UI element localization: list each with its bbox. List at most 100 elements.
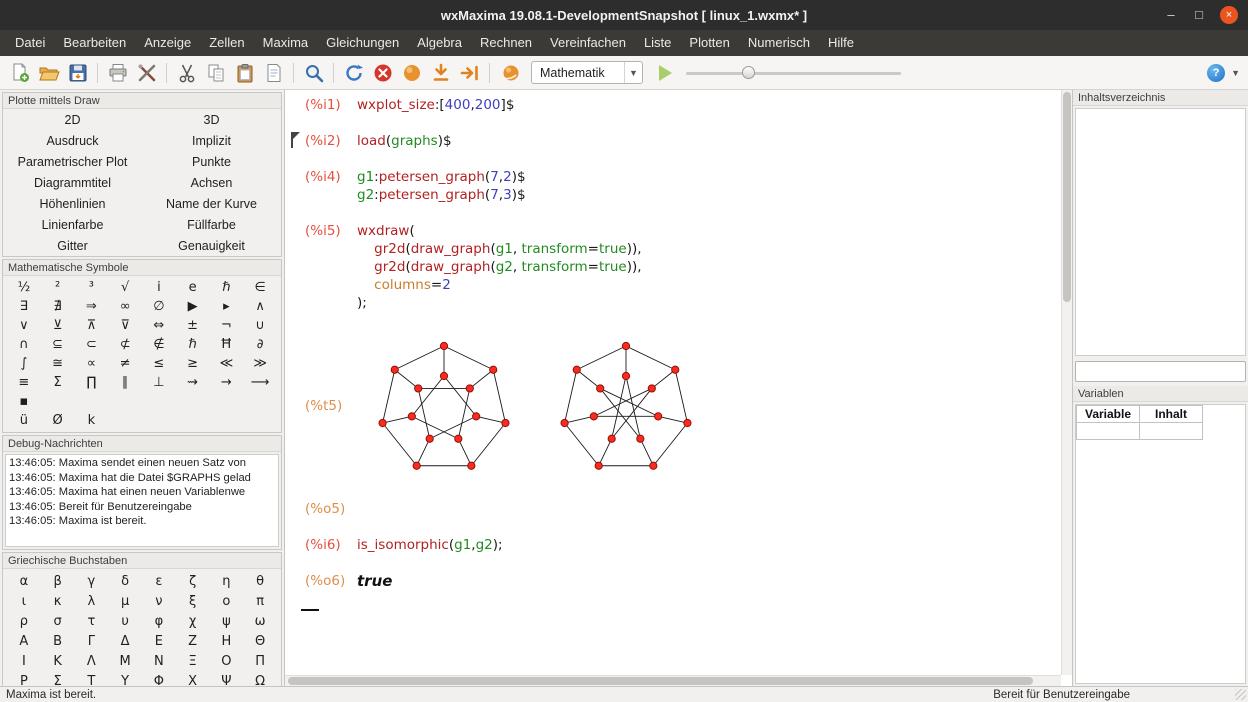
print-button[interactable]: [104, 60, 131, 86]
menu-vereinfachen[interactable]: Vereinfachen: [541, 30, 635, 56]
menu-gleichungen[interactable]: Gleichungen: [317, 30, 408, 56]
save-button[interactable]: [64, 60, 91, 86]
greek-36[interactable]: Ν: [142, 651, 176, 671]
greek-10[interactable]: λ: [75, 591, 109, 611]
draw-button-füllfarbe[interactable]: Füllfarbe: [142, 214, 281, 235]
titlebar[interactable]: wxMaxima 19.08.1-DevelopmentSnapshot [ l…: [0, 0, 1248, 30]
symbol-23[interactable]: ∪: [243, 316, 277, 335]
open-button[interactable]: [35, 60, 62, 86]
symbol-1[interactable]: ²: [41, 278, 75, 297]
greek-3[interactable]: δ: [108, 571, 142, 591]
greek-25[interactable]: Β: [41, 631, 75, 651]
greek-18[interactable]: τ: [75, 611, 109, 631]
symbol-6[interactable]: ℏ: [210, 278, 244, 297]
symbol-0[interactable]: ½: [7, 278, 41, 297]
symbol-44[interactable]: ⊥: [142, 373, 176, 392]
find-button[interactable]: [300, 60, 327, 86]
greek-40[interactable]: Ρ: [7, 671, 41, 686]
symbol-11[interactable]: ∞: [108, 297, 142, 316]
symbol-16[interactable]: ∨: [7, 316, 41, 335]
symbol-8[interactable]: ∃: [7, 297, 41, 316]
draw-button-3d[interactable]: 3D: [142, 109, 281, 130]
symbol-ü[interactable]: ü: [7, 411, 41, 430]
symbol-45[interactable]: ⇝: [176, 373, 210, 392]
help-button[interactable]: ?: [1207, 64, 1225, 82]
animation-slider[interactable]: [686, 63, 901, 83]
evaluate-all-button[interactable]: [427, 60, 454, 86]
insertion-cursor[interactable]: [301, 609, 319, 611]
symbol-35[interactable]: ≠: [108, 354, 142, 373]
greek-19[interactable]: υ: [108, 611, 142, 631]
draw-button-linienfarbe[interactable]: Linienfarbe: [3, 214, 142, 235]
symbol-7[interactable]: ∈: [243, 278, 277, 297]
greek-4[interactable]: ε: [142, 571, 176, 591]
symbol-37[interactable]: ≥: [176, 354, 210, 373]
horizontal-scrollbar-thumb[interactable]: [288, 677, 1033, 685]
symbol-3[interactable]: √: [108, 278, 142, 297]
paste-button[interactable]: [231, 60, 258, 86]
draw-button-gitter[interactable]: Gitter: [3, 235, 142, 256]
menu-anzeige[interactable]: Anzeige: [135, 30, 200, 56]
symbol-21[interactable]: ±: [176, 316, 210, 335]
draw-button-diagrammtitel[interactable]: Diagrammtitel: [3, 172, 142, 193]
horizontal-scrollbar[interactable]: [285, 675, 1061, 686]
slider-knob[interactable]: [742, 66, 755, 79]
greek-33[interactable]: Κ: [41, 651, 75, 671]
code-lines[interactable]: load(graphs)$: [357, 132, 452, 150]
configure-button[interactable]: [133, 60, 160, 86]
code-lines[interactable]: true: [357, 572, 392, 591]
greek-9[interactable]: κ: [41, 591, 75, 611]
output-cell[interactable]: (%o5): [305, 500, 1061, 518]
symbol-48[interactable]: ▪: [7, 392, 41, 411]
greek-20[interactable]: φ: [142, 611, 176, 631]
greek-22[interactable]: ψ: [210, 611, 244, 631]
greek-37[interactable]: Ξ: [176, 651, 210, 671]
greek-6[interactable]: η: [210, 571, 244, 591]
greek-39[interactable]: Π: [243, 651, 277, 671]
symbol-31[interactable]: ∂: [243, 335, 277, 354]
greek-8[interactable]: ι: [7, 591, 41, 611]
symbol-57[interactable]: Ø: [41, 411, 75, 430]
menu-bearbeiten[interactable]: Bearbeiten: [54, 30, 135, 56]
greek-1[interactable]: β: [41, 571, 75, 591]
greek-5[interactable]: ζ: [176, 571, 210, 591]
toc-list[interactable]: [1075, 108, 1246, 356]
cut-button[interactable]: [173, 60, 200, 86]
restart-maxima-button[interactable]: [340, 60, 367, 86]
jump-to-input-button[interactable]: [456, 60, 483, 86]
greek-44[interactable]: Φ: [142, 671, 176, 686]
toolbar-overflow-chevron-icon[interactable]: ▼: [1231, 68, 1240, 78]
greek-15[interactable]: π: [243, 591, 277, 611]
menu-datei[interactable]: Datei: [6, 30, 54, 56]
symbol-47[interactable]: ⟶: [243, 373, 277, 392]
greek-24[interactable]: Α: [7, 631, 41, 651]
symbol-12[interactable]: ∅: [142, 297, 176, 316]
greek-30[interactable]: Η: [210, 631, 244, 651]
code-lines[interactable]: is_isomorphic(g1,g2);: [357, 536, 503, 554]
symbol-33[interactable]: ≅: [41, 354, 75, 373]
symbol-24[interactable]: ∩: [7, 335, 41, 354]
draw-button-höhenlinien[interactable]: Höhenlinien: [3, 193, 142, 214]
symbol-40[interactable]: ≡: [7, 373, 41, 392]
symbol-18[interactable]: ⊼: [75, 316, 109, 335]
symbol-36[interactable]: ≤: [142, 354, 176, 373]
minimize-button[interactable]: –: [1164, 8, 1178, 22]
greek-21[interactable]: χ: [176, 611, 210, 631]
menu-algebra[interactable]: Algebra: [408, 30, 471, 56]
symbol-20[interactable]: ⇔: [142, 316, 176, 335]
menu-maxima[interactable]: Maxima: [254, 30, 318, 56]
animation-play-button[interactable]: [659, 65, 672, 81]
draw-button-achsen[interactable]: Achsen: [142, 172, 281, 193]
symbol-39[interactable]: ≫: [243, 354, 277, 373]
greek-42[interactable]: Τ: [75, 671, 109, 686]
greek-14[interactable]: ο: [210, 591, 244, 611]
greek-2[interactable]: γ: [75, 571, 109, 591]
symbol-2[interactable]: ³: [75, 278, 109, 297]
input-cell[interactable]: (%i5)wxdraw( gr2d(draw_graph(g1, transfo…: [305, 222, 1061, 312]
symbol-27[interactable]: ⊄: [108, 335, 142, 354]
toc-search-input[interactable]: [1075, 361, 1246, 382]
greek-16[interactable]: ρ: [7, 611, 41, 631]
draw-button-parametrischer-plot[interactable]: Parametrischer Plot: [3, 151, 142, 172]
symbol-42[interactable]: ∏: [75, 373, 109, 392]
symbol-30[interactable]: Ħ: [210, 335, 244, 354]
